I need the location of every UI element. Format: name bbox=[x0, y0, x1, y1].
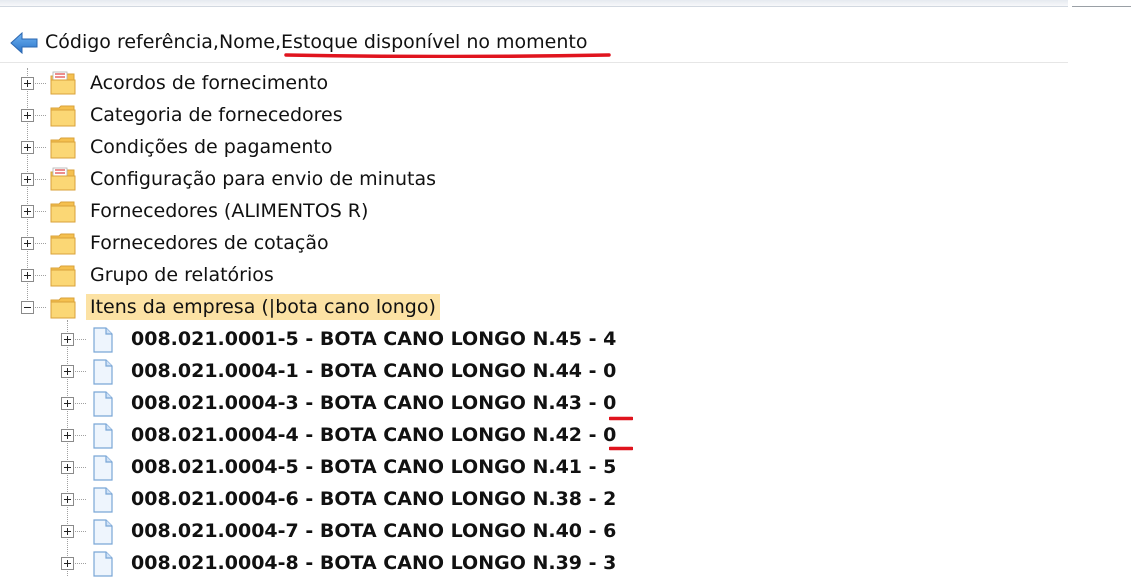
expand-toggle-icon[interactable] bbox=[61, 525, 74, 538]
tree-node-label[interactable]: 008.021.0004-6 - BOTA CANO LONGO N.38 - … bbox=[131, 486, 616, 512]
document-icon bbox=[92, 359, 114, 389]
tree-connector bbox=[75, 435, 86, 436]
document-icon bbox=[92, 327, 114, 357]
tree-node-label[interactable]: 008.021.0004-7 - BOTA CANO LONGO N.40 - … bbox=[131, 518, 616, 544]
expand-toggle-icon[interactable] bbox=[61, 461, 74, 474]
tree-node-label[interactable]: Itens da empresa (|bota cano longo) bbox=[86, 294, 440, 320]
tree-child-node[interactable]: 008.021.0004-6 - BOTA CANO LONGO N.38 - … bbox=[0, 484, 800, 516]
red-underline-annotation bbox=[284, 53, 611, 58]
document-icon bbox=[92, 487, 114, 517]
expand-toggle-icon[interactable] bbox=[21, 77, 34, 90]
tree-node-label[interactable]: Configuração para envio de minutas bbox=[90, 166, 436, 192]
collapse-toggle-icon[interactable] bbox=[21, 301, 34, 314]
expand-toggle-icon[interactable] bbox=[61, 397, 74, 410]
tree-connector bbox=[35, 275, 46, 276]
expand-toggle-icon[interactable] bbox=[61, 493, 74, 506]
folder-icon bbox=[50, 231, 76, 259]
tree-node[interactable]: Configuração para envio de minutas bbox=[0, 164, 700, 196]
tree-node-label[interactable]: Acordos de fornecimento bbox=[90, 70, 328, 96]
tree-node-label[interactable]: 008.021.0004-5 - BOTA CANO LONGO N.41 - … bbox=[131, 454, 616, 480]
tree-connector bbox=[35, 243, 46, 244]
tree-node[interactable]: Acordos de fornecimento bbox=[0, 68, 700, 100]
document-icon bbox=[92, 391, 114, 421]
tree-node[interactable]: Fornecedores (ALIMENTOS R) bbox=[0, 196, 700, 228]
tree-node-label[interactable]: Grupo de relatórios bbox=[90, 262, 274, 288]
tree-node-label[interactable]: Categoria de fornecedores bbox=[90, 102, 343, 128]
expand-toggle-icon[interactable] bbox=[21, 109, 34, 122]
expand-toggle-icon[interactable] bbox=[61, 333, 74, 346]
tree-child-node[interactable]: 008.021.0004-4 - BOTA CANO LONGO N.42 - … bbox=[0, 420, 800, 452]
path-text: Código referência,Nome,Estoque disponíve… bbox=[45, 31, 588, 53]
folder-document-icon bbox=[50, 167, 76, 195]
folder-icon bbox=[50, 263, 76, 291]
tree-connector bbox=[75, 467, 86, 468]
document-icon bbox=[92, 423, 114, 453]
tree-connector bbox=[75, 531, 86, 532]
tree-child-node[interactable]: 008.021.0004-8 - BOTA CANO LONGO N.39 - … bbox=[0, 548, 800, 580]
tree-child-node[interactable]: 008.021.0004-3 - BOTA CANO LONGO N.43 - … bbox=[0, 388, 800, 421]
tree-connector bbox=[75, 499, 86, 500]
tree-connector bbox=[35, 211, 46, 212]
tree-node-label[interactable]: 008.021.0004-1 - BOTA CANO LONGO N.44 - … bbox=[131, 358, 616, 384]
tree-child-node[interactable]: 008.021.0004-7 - BOTA CANO LONGO N.40 - … bbox=[0, 516, 800, 548]
tree-node[interactable]: Itens da empresa (|bota cano longo) bbox=[0, 292, 700, 324]
tree-node-label[interactable]: Condições de pagamento bbox=[90, 134, 332, 160]
expand-toggle-icon[interactable] bbox=[61, 557, 74, 570]
top-border-right bbox=[1072, 6, 1131, 7]
expand-toggle-icon[interactable] bbox=[21, 173, 34, 186]
tree-connector bbox=[75, 403, 86, 404]
tree-connector bbox=[75, 563, 86, 564]
tree-child-node[interactable]: 008.021.0004-1 - BOTA CANO LONGO N.44 - … bbox=[0, 356, 800, 388]
tree-node[interactable]: Fornecedores de cotação bbox=[0, 228, 700, 260]
folder-document-icon bbox=[50, 71, 76, 99]
tree-node-label[interactable]: 008.021.0004-4 - BOTA CANO LONGO N.42 - … bbox=[131, 422, 616, 448]
expand-toggle-icon[interactable] bbox=[21, 141, 34, 154]
tree-connector bbox=[75, 339, 86, 340]
tree-node-label[interactable]: 008.021.0004-8 - BOTA CANO LONGO N.39 - … bbox=[131, 550, 616, 576]
folder-icon bbox=[50, 103, 76, 131]
tree-connector bbox=[35, 115, 46, 116]
tree-node-label[interactable]: Fornecedores de cotação bbox=[90, 230, 329, 256]
tree-node[interactable]: Grupo de relatórios bbox=[0, 260, 700, 292]
tree-connector bbox=[35, 307, 46, 308]
tree-connector bbox=[35, 147, 46, 148]
tree-node-label[interactable]: 008.021.0004-3 - BOTA CANO LONGO N.43 - … bbox=[131, 390, 616, 416]
tree-node[interactable]: Condições de pagamento bbox=[0, 132, 700, 164]
tree-node[interactable]: Categoria de fornecedores bbox=[0, 100, 700, 132]
tree-child-node[interactable]: 008.021.0001-5 - BOTA CANO LONGO N.45 - … bbox=[0, 324, 800, 356]
tree-connector bbox=[35, 179, 46, 180]
document-icon bbox=[92, 519, 114, 549]
expand-toggle-icon[interactable] bbox=[21, 269, 34, 282]
tree-connector bbox=[35, 83, 46, 84]
document-icon bbox=[92, 455, 114, 485]
tree-node-label[interactable]: Fornecedores (ALIMENTOS R) bbox=[90, 198, 368, 224]
red-underline-annotation bbox=[609, 446, 633, 451]
document-icon bbox=[92, 551, 114, 581]
back-arrow-icon[interactable] bbox=[10, 32, 38, 54]
tree-child-node[interactable]: 008.021.0004-5 - BOTA CANO LONGO N.41 - … bbox=[0, 452, 800, 484]
folder-icon bbox=[50, 295, 76, 323]
tree-node-label[interactable]: 008.021.0001-5 - BOTA CANO LONGO N.45 - … bbox=[131, 326, 616, 352]
expand-toggle-icon[interactable] bbox=[61, 365, 74, 378]
expand-toggle-icon[interactable] bbox=[21, 205, 34, 218]
expand-toggle-icon[interactable] bbox=[21, 237, 34, 250]
top-border bbox=[0, 0, 1068, 7]
expand-toggle-icon[interactable] bbox=[61, 429, 74, 442]
folder-icon bbox=[50, 199, 76, 227]
folder-icon bbox=[50, 135, 76, 163]
tree-connector bbox=[75, 371, 86, 372]
